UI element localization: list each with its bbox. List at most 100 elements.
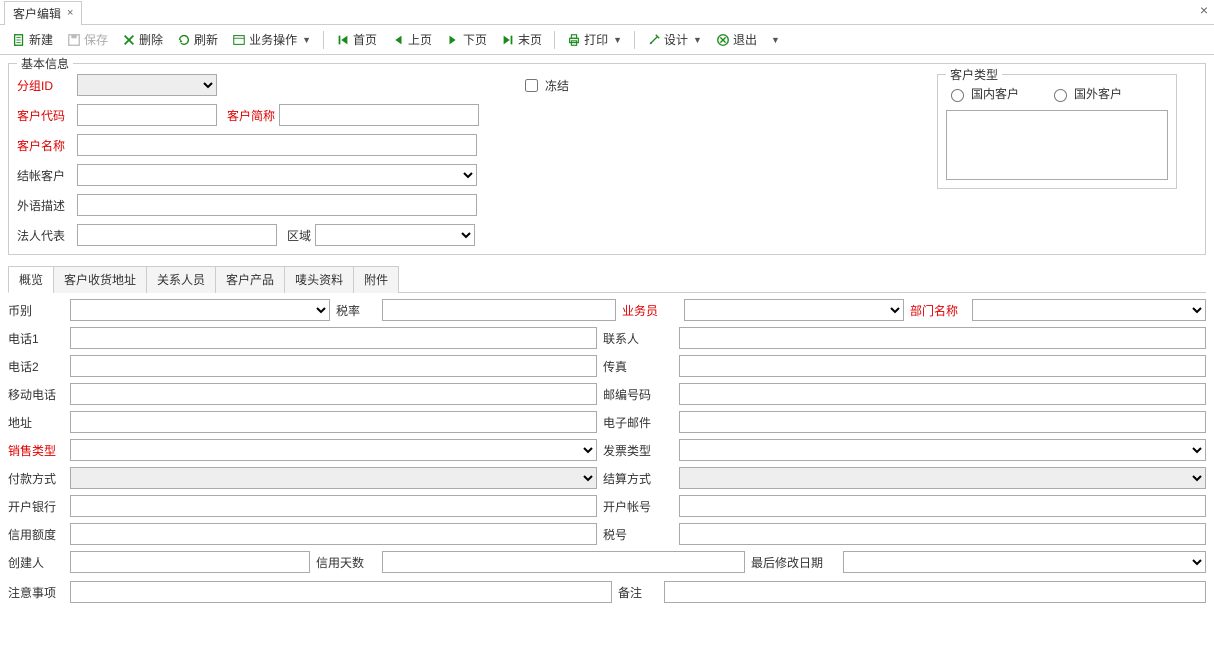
creditdays-input[interactable]: [382, 551, 745, 573]
taxno-input[interactable]: [679, 523, 1206, 545]
first-button[interactable]: 首页: [330, 29, 383, 50]
bizop-label: 业务操作: [249, 31, 297, 48]
basic-legend: 基本信息: [17, 55, 73, 72]
freeze-checkbox[interactable]: [525, 79, 538, 92]
label-lastmodify: 最后修改日期: [751, 554, 837, 571]
label-paymethod: 付款方式: [8, 470, 64, 487]
chevron-down-icon: ▼: [693, 35, 702, 45]
design-button[interactable]: 设计 ▼: [641, 29, 708, 50]
label-deptname: 部门名称: [910, 302, 966, 319]
last-button[interactable]: 末页: [495, 29, 548, 50]
refresh-button[interactable]: 刷新: [171, 29, 224, 50]
currency-select[interactable]: [70, 299, 330, 321]
label-notes: 注意事项: [8, 584, 64, 601]
last-label: 末页: [518, 31, 542, 48]
new-button[interactable]: 新建: [6, 29, 59, 50]
radio-foreign[interactable]: 国外客户: [1049, 85, 1122, 102]
prev-button[interactable]: 上页: [385, 29, 438, 50]
first-label: 首页: [353, 31, 377, 48]
label-mobile: 移动电话: [8, 386, 64, 403]
creditlimit-input[interactable]: [70, 523, 597, 545]
chevron-down-icon: ▼: [613, 35, 622, 45]
mobile-input[interactable]: [70, 383, 597, 405]
close-icon[interactable]: ×: [67, 7, 73, 19]
exit-button[interactable]: 退出: [710, 29, 763, 50]
tab-shipaddr[interactable]: 客户收货地址: [53, 266, 147, 293]
custcode-input[interactable]: [77, 104, 217, 126]
last-icon: [501, 33, 515, 47]
lastmodify-select[interactable]: [843, 551, 1206, 573]
tab-attach[interactable]: 附件: [353, 266, 399, 293]
exit-icon: [716, 33, 730, 47]
remark-input[interactable]: [664, 581, 1206, 603]
label-settlemethod: 结算方式: [603, 470, 659, 487]
label-region: 区域: [287, 227, 311, 244]
basic-info-fieldset: 基本信息 分组ID 冻结 客户代码 客户简称: [8, 63, 1206, 255]
tab-mark[interactable]: 唛头资料: [284, 266, 354, 293]
label-groupid: 分组ID: [17, 77, 73, 94]
settlemethod-select[interactable]: [679, 467, 1206, 489]
prev-label: 上页: [408, 31, 432, 48]
creator-input[interactable]: [70, 551, 310, 573]
label-salesman: 业务员: [622, 302, 678, 319]
tab-bar: 客户编辑 × ×: [0, 0, 1214, 25]
custname-input[interactable]: [77, 134, 477, 156]
contact-input[interactable]: [679, 327, 1206, 349]
label-email: 电子邮件: [603, 414, 659, 431]
separator: [323, 31, 324, 49]
tab-contacts[interactable]: 关系人员: [146, 266, 216, 293]
radio-domestic[interactable]: 国内客户: [946, 85, 1019, 102]
notes-input[interactable]: [70, 581, 612, 603]
label-phone1: 电话1: [8, 330, 64, 347]
tab-customer-edit[interactable]: 客户编辑 ×: [4, 1, 82, 25]
paymethod-select[interactable]: [70, 467, 597, 489]
design-icon: [647, 33, 661, 47]
label-currency: 币别: [8, 302, 64, 319]
phone1-input[interactable]: [70, 327, 597, 349]
tab-products[interactable]: 客户产品: [215, 266, 285, 293]
label-foreigndesc: 外语描述: [17, 197, 73, 214]
print-icon: [567, 33, 581, 47]
chevron-down-icon: ▼: [302, 35, 311, 45]
label-contact: 联系人: [603, 330, 659, 347]
chevron-down-icon[interactable]: ▼: [771, 35, 780, 45]
design-label: 设计: [664, 31, 688, 48]
bank-input[interactable]: [70, 495, 597, 517]
custshort-input[interactable]: [279, 104, 479, 126]
email-input[interactable]: [679, 411, 1206, 433]
bizop-button[interactable]: 业务操作 ▼: [226, 29, 317, 50]
deptname-select[interactable]: [972, 299, 1206, 321]
acctno-input[interactable]: [679, 495, 1206, 517]
salestype-select[interactable]: [70, 439, 597, 461]
phone2-input[interactable]: [70, 355, 597, 377]
invoicetype-select[interactable]: [679, 439, 1206, 461]
label-fax: 传真: [603, 358, 659, 375]
foreigndesc-input[interactable]: [77, 194, 477, 216]
tab-overview[interactable]: 概览: [8, 266, 54, 293]
postcode-input[interactable]: [679, 383, 1206, 405]
label-acctno: 开户帐号: [603, 498, 659, 515]
custtype-textarea[interactable]: [946, 110, 1168, 180]
salesman-select[interactable]: [684, 299, 904, 321]
custtype-legend: 客户类型: [946, 66, 1002, 83]
next-button[interactable]: 下页: [440, 29, 493, 50]
legalrep-input[interactable]: [77, 224, 277, 246]
groupid-select[interactable]: [77, 74, 217, 96]
label-bank: 开户银行: [8, 498, 64, 515]
delete-label: 删除: [139, 31, 163, 48]
acctcust-select[interactable]: [77, 164, 477, 186]
save-label: 保存: [84, 31, 108, 48]
print-button[interactable]: 打印 ▼: [561, 29, 628, 50]
fax-input[interactable]: [679, 355, 1206, 377]
delete-button[interactable]: 删除: [116, 29, 169, 50]
label-salestype: 销售类型: [8, 442, 64, 459]
address-input[interactable]: [70, 411, 597, 433]
label-taxrate: 税率: [336, 302, 376, 319]
taxrate-input[interactable]: [382, 299, 616, 321]
tab-bar-close-icon[interactable]: ×: [1200, 2, 1208, 18]
delete-icon: [122, 33, 136, 47]
sub-tabs: 概览 客户收货地址 关系人员 客户产品 唛头资料 附件: [8, 265, 1206, 293]
print-label: 打印: [584, 31, 608, 48]
region-select[interactable]: [315, 224, 475, 246]
save-button[interactable]: 保存: [61, 29, 114, 50]
